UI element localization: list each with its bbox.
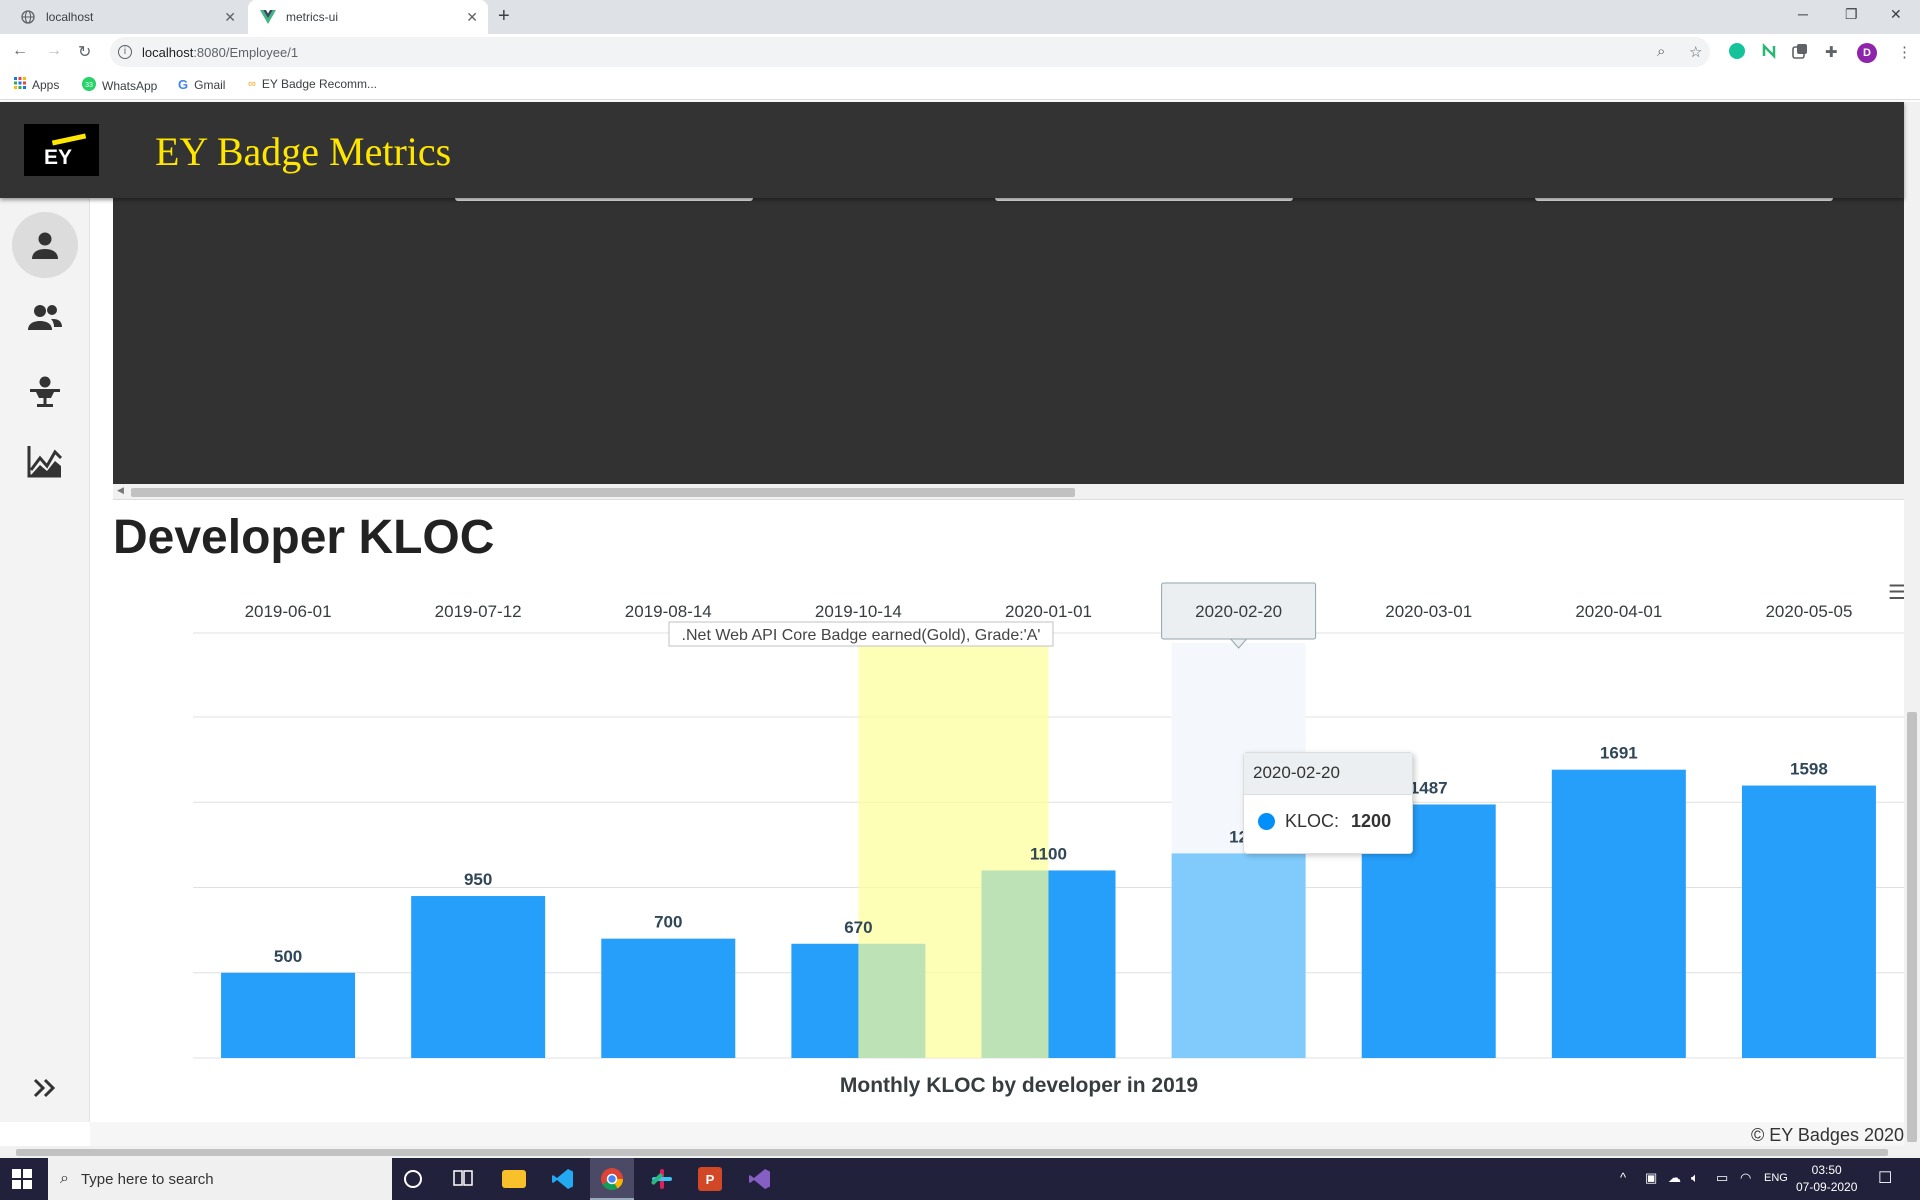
taskbar-search[interactable]: ⌕ Type here to search: [48, 1158, 392, 1200]
visual-studio-icon[interactable]: [748, 1167, 772, 1191]
tooltip-value: 1200: [1351, 811, 1392, 831]
app-title: EY Badge Metrics: [155, 129, 452, 174]
search-placeholder: Type here to search: [80, 1170, 214, 1188]
chart-title: Monthly KLOC by developer in 2019: [840, 1074, 1198, 1097]
series-marker: [1258, 813, 1275, 830]
logo-text: EY: [44, 146, 73, 169]
x-tick-label: 2019-08-14: [625, 602, 712, 621]
tooltip-date: 2020-02-20: [1244, 753, 1412, 795]
chevron-up-icon[interactable]: ^: [1620, 1170, 1626, 1185]
windows-start-icon[interactable]: [12, 1169, 32, 1189]
app-tray-icon[interactable]: ▣: [1645, 1170, 1657, 1186]
notifications-icon[interactable]: ☐: [1878, 1168, 1892, 1188]
bar-2020-02-20: [1171, 853, 1306, 1058]
x-tick-label: 2020-01-01: [1005, 602, 1092, 621]
scrollbar-thumb[interactable]: [1907, 712, 1917, 1142]
vscode-icon[interactable]: [551, 1167, 575, 1191]
data-label-2020-03-01: 1487: [1410, 778, 1448, 797]
footer: © EY Badges 2020: [90, 1122, 1904, 1146]
data-label-2020-04-01: 1691: [1600, 744, 1638, 763]
file-explorer-icon[interactable]: [502, 1170, 526, 1188]
copyright-text: © EY Badges 2020: [1750, 1125, 1904, 1145]
clock-date: 07-09-2020: [1796, 1180, 1858, 1194]
x-tick-label: 2020-05-05: [1765, 602, 1852, 621]
annotation-label: .Net Web API Core Badge earned(Gold), Gr…: [682, 627, 1041, 644]
bar-2019-06-01: [221, 972, 356, 1058]
task-view-icon[interactable]: [452, 1167, 476, 1191]
windows-taskbar: ⌕ Type here to search P ^ ▣ ☁ 🔈︎ ▭ ◠ ENG…: [0, 1158, 1920, 1200]
tooltip-series-label: KLOC:: [1285, 811, 1340, 831]
scrollbar-thumb[interactable]: [16, 1149, 1888, 1156]
data-label-2019-08-14: 700: [654, 913, 682, 932]
x-tick-label: 2019-07-12: [435, 602, 522, 621]
slack-icon[interactable]: [650, 1167, 674, 1191]
bar-2020-04-01: [1551, 769, 1686, 1058]
ey-logo[interactable]: EY: [24, 124, 99, 176]
data-label-2019-06-01: 500: [274, 947, 302, 966]
volume-icon[interactable]: 🔈︎: [1691, 1170, 1699, 1186]
x-tick-label: 2020-02-20: [1195, 602, 1282, 621]
language-indicator[interactable]: ENG: [1764, 1172, 1788, 1184]
x-tick-label: 2020-04-01: [1575, 602, 1662, 621]
clock-time: 03:50: [1811, 1163, 1842, 1177]
data-label-2020-01-01: 1100: [1030, 844, 1067, 863]
chart-tooltip: 2020-02-20 KLOC: 1200: [1243, 752, 1413, 854]
data-label-2019-07-12: 950: [464, 870, 492, 889]
data-label-2020-05-05: 1598: [1790, 760, 1828, 779]
clock[interactable]: 03:50 07-09-2020: [1796, 1162, 1857, 1196]
search-icon: ⌕: [60, 1170, 69, 1187]
battery-icon[interactable]: ▭: [1716, 1170, 1728, 1186]
onedrive-icon[interactable]: ☁: [1668, 1170, 1681, 1186]
bar-2020-05-05: [1741, 785, 1876, 1058]
cortana-icon[interactable]: [404, 1170, 422, 1188]
app-header: EY EY Badge Metrics: [0, 102, 1904, 198]
chrome-icon[interactable]: [590, 1158, 634, 1200]
x-tick-label: 2019-06-01: [245, 602, 332, 621]
data-label-2019-10-14: 670: [844, 918, 872, 937]
page-horizontal-scrollbar[interactable]: [0, 1146, 1920, 1158]
annotation-range: [858, 645, 1049, 1058]
bar-2019-07-12: [411, 896, 546, 1058]
x-tick-label: 2020-03-01: [1385, 602, 1472, 621]
x-tick-label: 2019-10-14: [815, 602, 902, 621]
powerpoint-icon[interactable]: P: [698, 1167, 722, 1191]
wifi-icon[interactable]: ◠: [1740, 1170, 1751, 1186]
bar-2019-08-14: [601, 938, 736, 1058]
vertical-scrollbar[interactable]: [1904, 102, 1920, 1146]
svg-text:P: P: [706, 1172, 715, 1187]
